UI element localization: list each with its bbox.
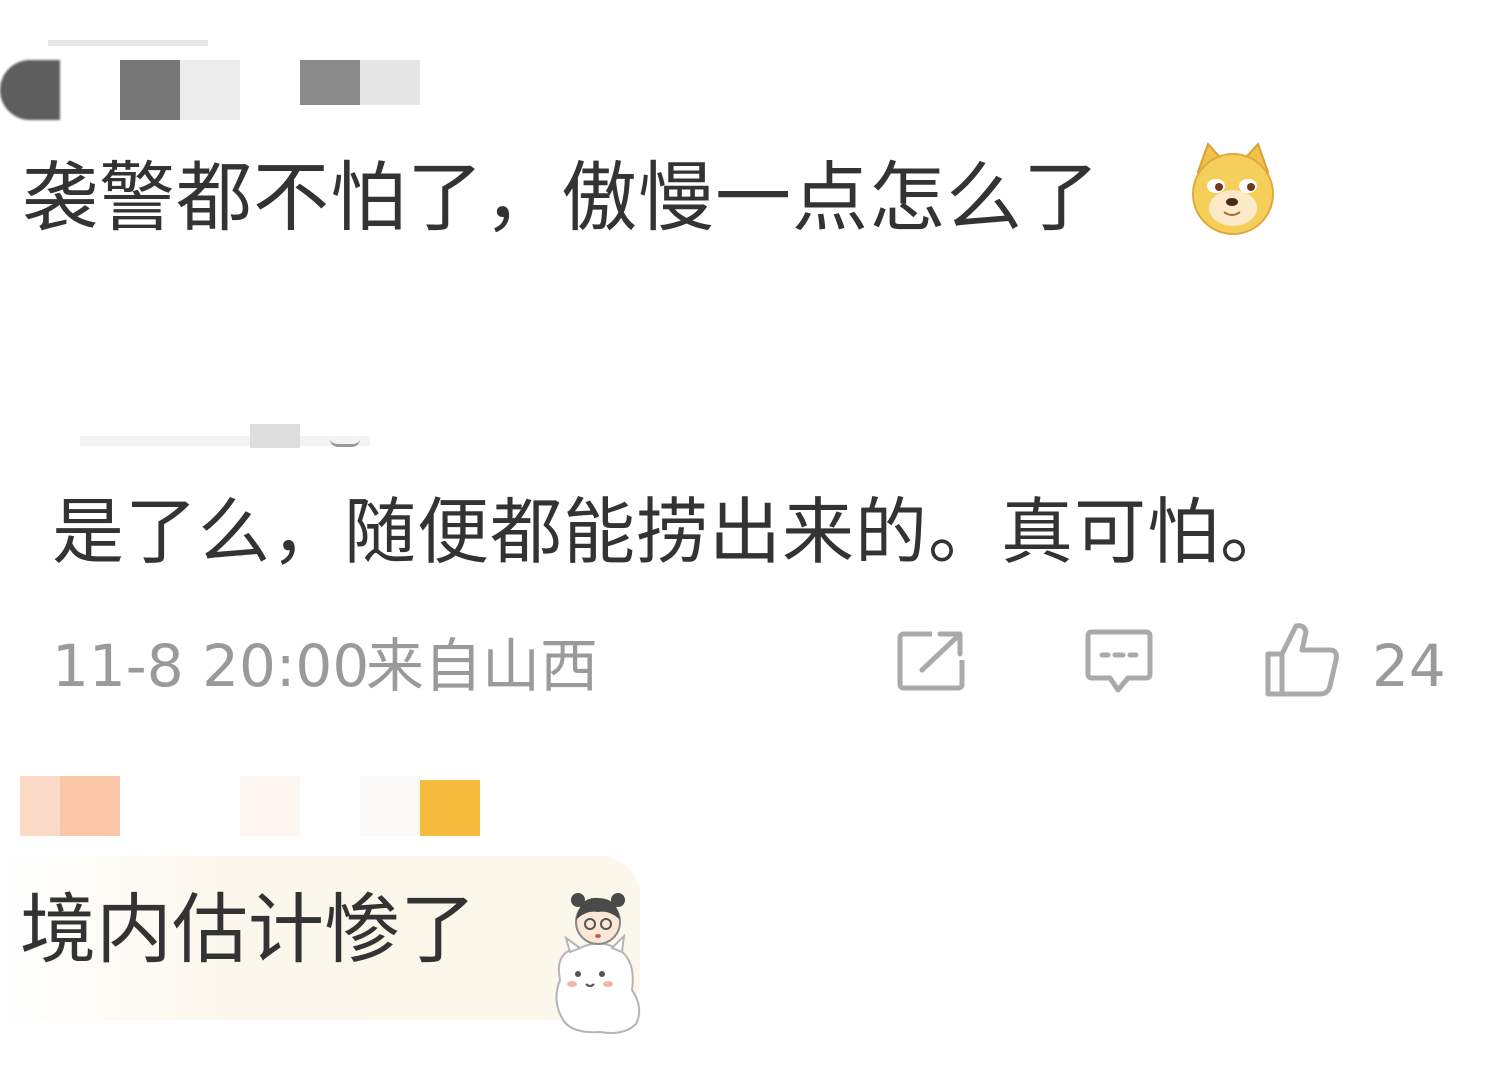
comment-text: 境内估计惨了: [20, 885, 476, 974]
comment-icon[interactable]: [1084, 628, 1154, 694]
like-count: 24: [1372, 632, 1446, 700]
comment-text: 是了么，随便都能捞出来的。真可怕。: [52, 490, 1294, 574]
like-icon[interactable]: [1264, 620, 1344, 698]
comment-text: 袭警都不怕了，傲慢一点怎么了: [22, 153, 1100, 242]
comment-time: 11-8 20:00: [52, 632, 370, 700]
share-icon[interactable]: [896, 628, 968, 692]
girl-with-cat-sticker-icon: [540, 890, 650, 1040]
comment-location: 来自山西: [366, 632, 599, 700]
doge-emoji-icon: [1186, 142, 1280, 236]
